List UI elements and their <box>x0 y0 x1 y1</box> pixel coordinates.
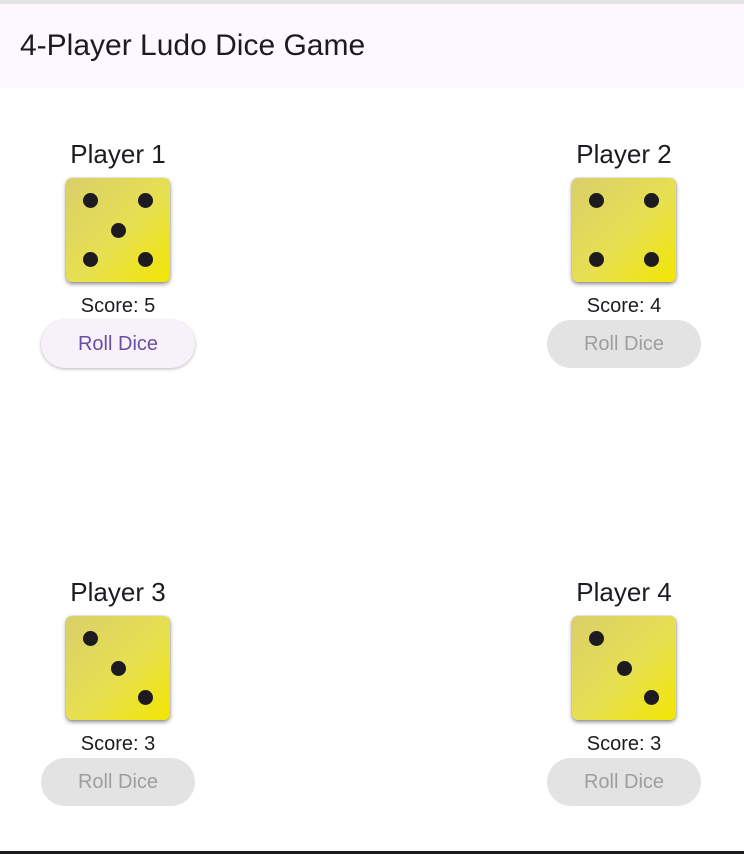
dice-pip <box>83 193 99 209</box>
player-name: Player 2 <box>576 139 672 169</box>
dice-pip <box>589 193 605 209</box>
player-1-panel: Player 1 Score: 5 Roll Dice <box>40 138 196 378</box>
dice-pip <box>137 251 153 267</box>
player-4-panel: Player 4 Score: 3 Roll Dice <box>546 576 702 816</box>
dice-pip <box>137 689 153 705</box>
dice-pip <box>589 631 605 647</box>
player-name: Player 3 <box>70 577 166 607</box>
dice-pip <box>83 631 99 647</box>
dice-face <box>572 616 676 720</box>
player-3-panel: Player 3 Score: 3 Roll Dice <box>40 576 196 816</box>
dice-face <box>66 616 170 720</box>
player-name: Player 1 <box>70 139 166 169</box>
roll-dice-button[interactable]: Roll Dice <box>41 320 195 368</box>
app-bar: 4-Player Ludo Dice Game <box>0 4 744 88</box>
dice-pip <box>110 660 126 676</box>
dice-pip <box>137 193 153 209</box>
dice-pip <box>589 251 605 267</box>
score-label: Score: 3 <box>80 733 156 755</box>
dice-pip <box>616 660 632 676</box>
dice-pip <box>643 689 659 705</box>
dice-face <box>66 178 170 282</box>
dice-pip <box>643 193 659 209</box>
score-label: Score: 5 <box>80 295 156 317</box>
player-2-panel: Player 2 Score: 4 Roll Dice <box>546 138 702 378</box>
dice-pip <box>643 251 659 267</box>
score-label: Score: 3 <box>586 733 662 755</box>
dice-pip <box>83 251 99 267</box>
roll-dice-button[interactable]: Roll Dice <box>547 758 701 806</box>
player-name: Player 4 <box>576 577 672 607</box>
dice-pip <box>110 222 126 238</box>
roll-dice-button[interactable]: Roll Dice <box>41 758 195 806</box>
dice-face <box>572 178 676 282</box>
app-title: 4-Player Ludo Dice Game <box>20 29 366 62</box>
score-label: Score: 4 <box>586 295 662 317</box>
roll-dice-button[interactable]: Roll Dice <box>547 320 701 368</box>
